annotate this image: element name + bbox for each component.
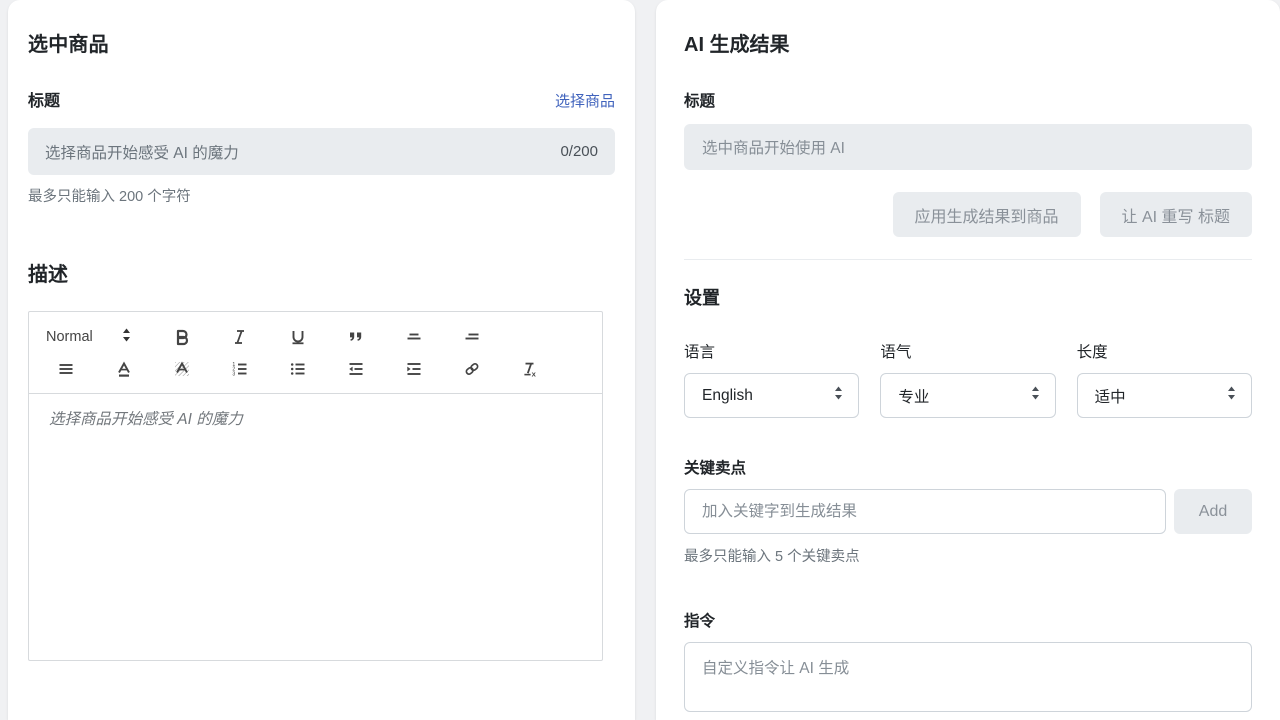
tone-select[interactable]: 专业 [880,373,1056,418]
select-product-link[interactable]: 选择商品 [555,90,615,111]
editor-toolbar: Normal 1 2 3 x [29,312,602,394]
language-select-value: English [702,386,753,404]
ai-result-top-section: AI 生成结果 标题 选中商品开始使用 AI 应用生成结果到商品 让 AI 重写… [656,0,1280,260]
language-label: 语言 [684,344,716,361]
title-label: 标题 [28,93,61,110]
bullet-list-icon[interactable] [269,355,327,383]
ai-title-label: 标题 [684,93,716,110]
title-field-header: 标题 选择商品 [28,87,615,111]
svg-text:x: x [532,369,537,378]
length-select[interactable]: 适中 [1076,373,1252,418]
tone-select-group: 语气 专业 [880,340,1056,418]
keywords-input[interactable] [684,489,1166,534]
clear-format-icon[interactable]: x [501,355,559,383]
outdent-icon[interactable] [327,355,385,383]
length-label: 长度 [1076,344,1108,361]
indent-icon[interactable] [385,355,443,383]
description-placeholder: 选择商品开始感受 AI 的魔力 [49,411,243,428]
format-picker[interactable]: Normal [37,323,153,351]
ai-result-panel: AI 生成结果 标题 选中商品开始使用 AI 应用生成结果到商品 让 AI 重写… [656,0,1280,720]
editor-toolbar-row-1: Normal [37,321,594,353]
apply-result-button[interactable]: 应用生成结果到商品 [892,192,1081,237]
title-help-text: 最多只能输入 200 个字符 [28,189,191,205]
svg-text:3: 3 [232,371,235,377]
selected-product-panel: 选中商品 标题 选择商品 选择商品开始感受 AI 的魔力 0/200 最多只能输… [8,0,635,720]
instruction-label: 指令 [684,613,716,630]
product-title-input[interactable]: 选择商品开始感受 AI 的魔力 0/200 [28,128,615,175]
blockquote-icon[interactable] [327,323,385,351]
chevron-updown-icon [834,386,843,405]
editor-toolbar-row-2: 123 x [37,353,594,385]
ai-title-placeholder: 选中商品开始使用 AI [702,140,845,157]
language-select[interactable]: English [684,373,860,418]
description-editor: Normal 1 2 3 x 选择商品开始感受 AI 的魔力 [28,311,603,661]
chevron-updown-icon [1227,386,1236,405]
length-select-value: 适中 [1094,388,1126,406]
length-select-group: 长度 适中 [1076,340,1252,418]
keywords-label: 关键卖点 [684,460,747,477]
keywords-help-text: 最多只能输入 5 个关键卖点 [684,549,860,565]
ai-action-buttons: 应用生成结果到商品 让 AI 重写 标题 [684,192,1252,237]
page-title: 选中商品 [28,34,109,56]
settings-select-row: 语言 English 语气 专业 长度 适中 [684,340,1252,418]
ordered-list-icon[interactable]: 123 [211,355,269,383]
align-center-icon[interactable] [385,323,443,351]
align-right-icon[interactable] [443,323,501,351]
description-heading: 描述 [28,264,68,286]
title-char-counter: 0/200 [560,143,598,160]
font-color-icon[interactable] [95,355,153,383]
format-picker-label: Normal [46,329,93,345]
align-justify-icon[interactable] [37,355,95,383]
settings-section: 设置 语言 English 语气 专业 长度 适中 关键卖点 加入关键字到生成结… [656,260,1280,717]
settings-heading: 设置 [684,288,720,308]
ai-product-editor-page: 选中商品 标题 选择商品 选择商品开始感受 AI 的魔力 0/200 最多只能输… [0,0,1280,720]
italic-icon[interactable] [211,323,269,351]
add-keyword-button[interactable]: Add [1174,489,1252,534]
ai-title-input[interactable]: 选中商品开始使用 AI [684,124,1252,170]
chevron-updown-icon [122,328,131,347]
product-title-placeholder: 选择商品开始感受 AI 的魔力 [45,144,239,162]
background-color-icon[interactable] [153,355,211,383]
tone-label: 语气 [880,344,912,361]
chevron-updown-icon [1031,386,1040,405]
bold-icon[interactable] [153,323,211,351]
rewrite-title-button[interactable]: 让 AI 重写 标题 [1099,192,1252,237]
tone-select-value: 专业 [898,388,930,406]
link-icon[interactable] [443,355,501,383]
description-editor-body[interactable]: 选择商品开始感受 AI 的魔力 [29,394,602,660]
ai-result-title: AI 生成结果 [684,34,790,56]
keywords-row: Add [684,489,1252,534]
language-select-group: 语言 English [684,340,860,418]
instruction-textarea[interactable] [684,642,1252,712]
underline-icon[interactable] [269,323,327,351]
